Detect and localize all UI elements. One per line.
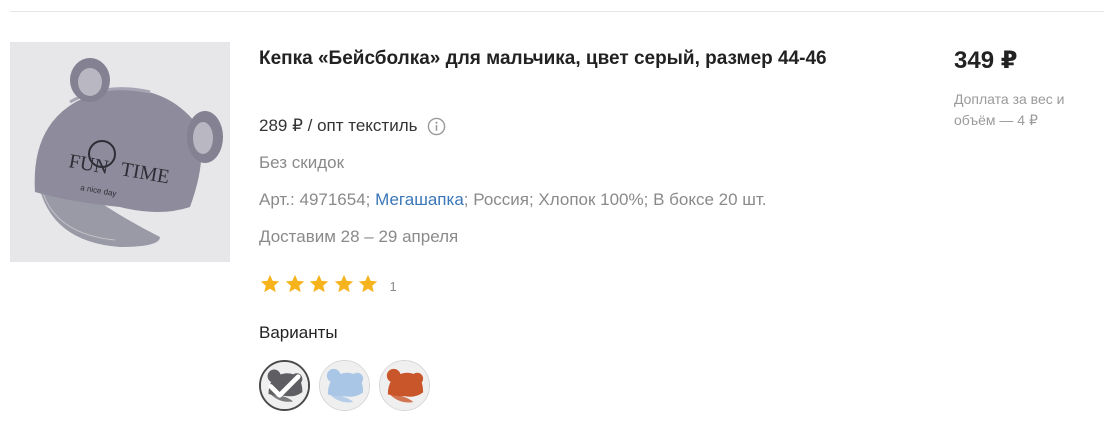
variant-swatch[interactable] bbox=[379, 360, 430, 411]
product-meta: Арт.: 4971654; Мегашапка; Россия; Хлопок… bbox=[259, 190, 767, 210]
star-icon bbox=[284, 273, 306, 295]
star-icon bbox=[259, 273, 281, 295]
star-icon bbox=[333, 273, 355, 295]
discount-status: Без скидок bbox=[259, 153, 344, 172]
variants-label: Варианты bbox=[259, 323, 338, 342]
product-price: 349 ₽ bbox=[954, 47, 1018, 74]
check-icon bbox=[261, 362, 308, 409]
variant-swatch[interactable] bbox=[319, 360, 370, 411]
star-icon bbox=[308, 273, 330, 295]
price-note: Доплата за вес и объём — 4 ₽ bbox=[954, 91, 1065, 128]
rating[interactable]: 1 bbox=[259, 273, 397, 300]
opt-price-row: 289 ₽ / опт текстиль bbox=[259, 116, 446, 136]
meta-details: ; Россия; Хлопок 100%; В боксе 20 шт. bbox=[463, 190, 767, 209]
delivery-date: Доставим 28 – 29 апреля bbox=[259, 227, 459, 246]
variants-list bbox=[259, 360, 439, 411]
cap-illustration: FUN TIME a nice day bbox=[10, 42, 230, 262]
info-icon[interactable] bbox=[427, 117, 446, 136]
product-image[interactable]: FUN TIME a nice day bbox=[10, 42, 230, 262]
brand-link[interactable]: Мегашапка bbox=[375, 190, 464, 209]
opt-price: 289 ₽ / опт текстиль bbox=[259, 116, 418, 135]
meta-article: Арт.: 4971654; bbox=[259, 190, 376, 209]
variant-swatch[interactable] bbox=[259, 360, 310, 411]
product-title[interactable]: Кепка «Бейсболка» для мальчика, цвет сер… bbox=[259, 45, 859, 73]
rating-stars bbox=[259, 273, 382, 300]
rating-count: 1 bbox=[389, 279, 397, 294]
star-icon bbox=[357, 273, 379, 295]
product-card: FUN TIME a nice day Кепка «Бейсболка» дл… bbox=[0, 0, 1104, 437]
